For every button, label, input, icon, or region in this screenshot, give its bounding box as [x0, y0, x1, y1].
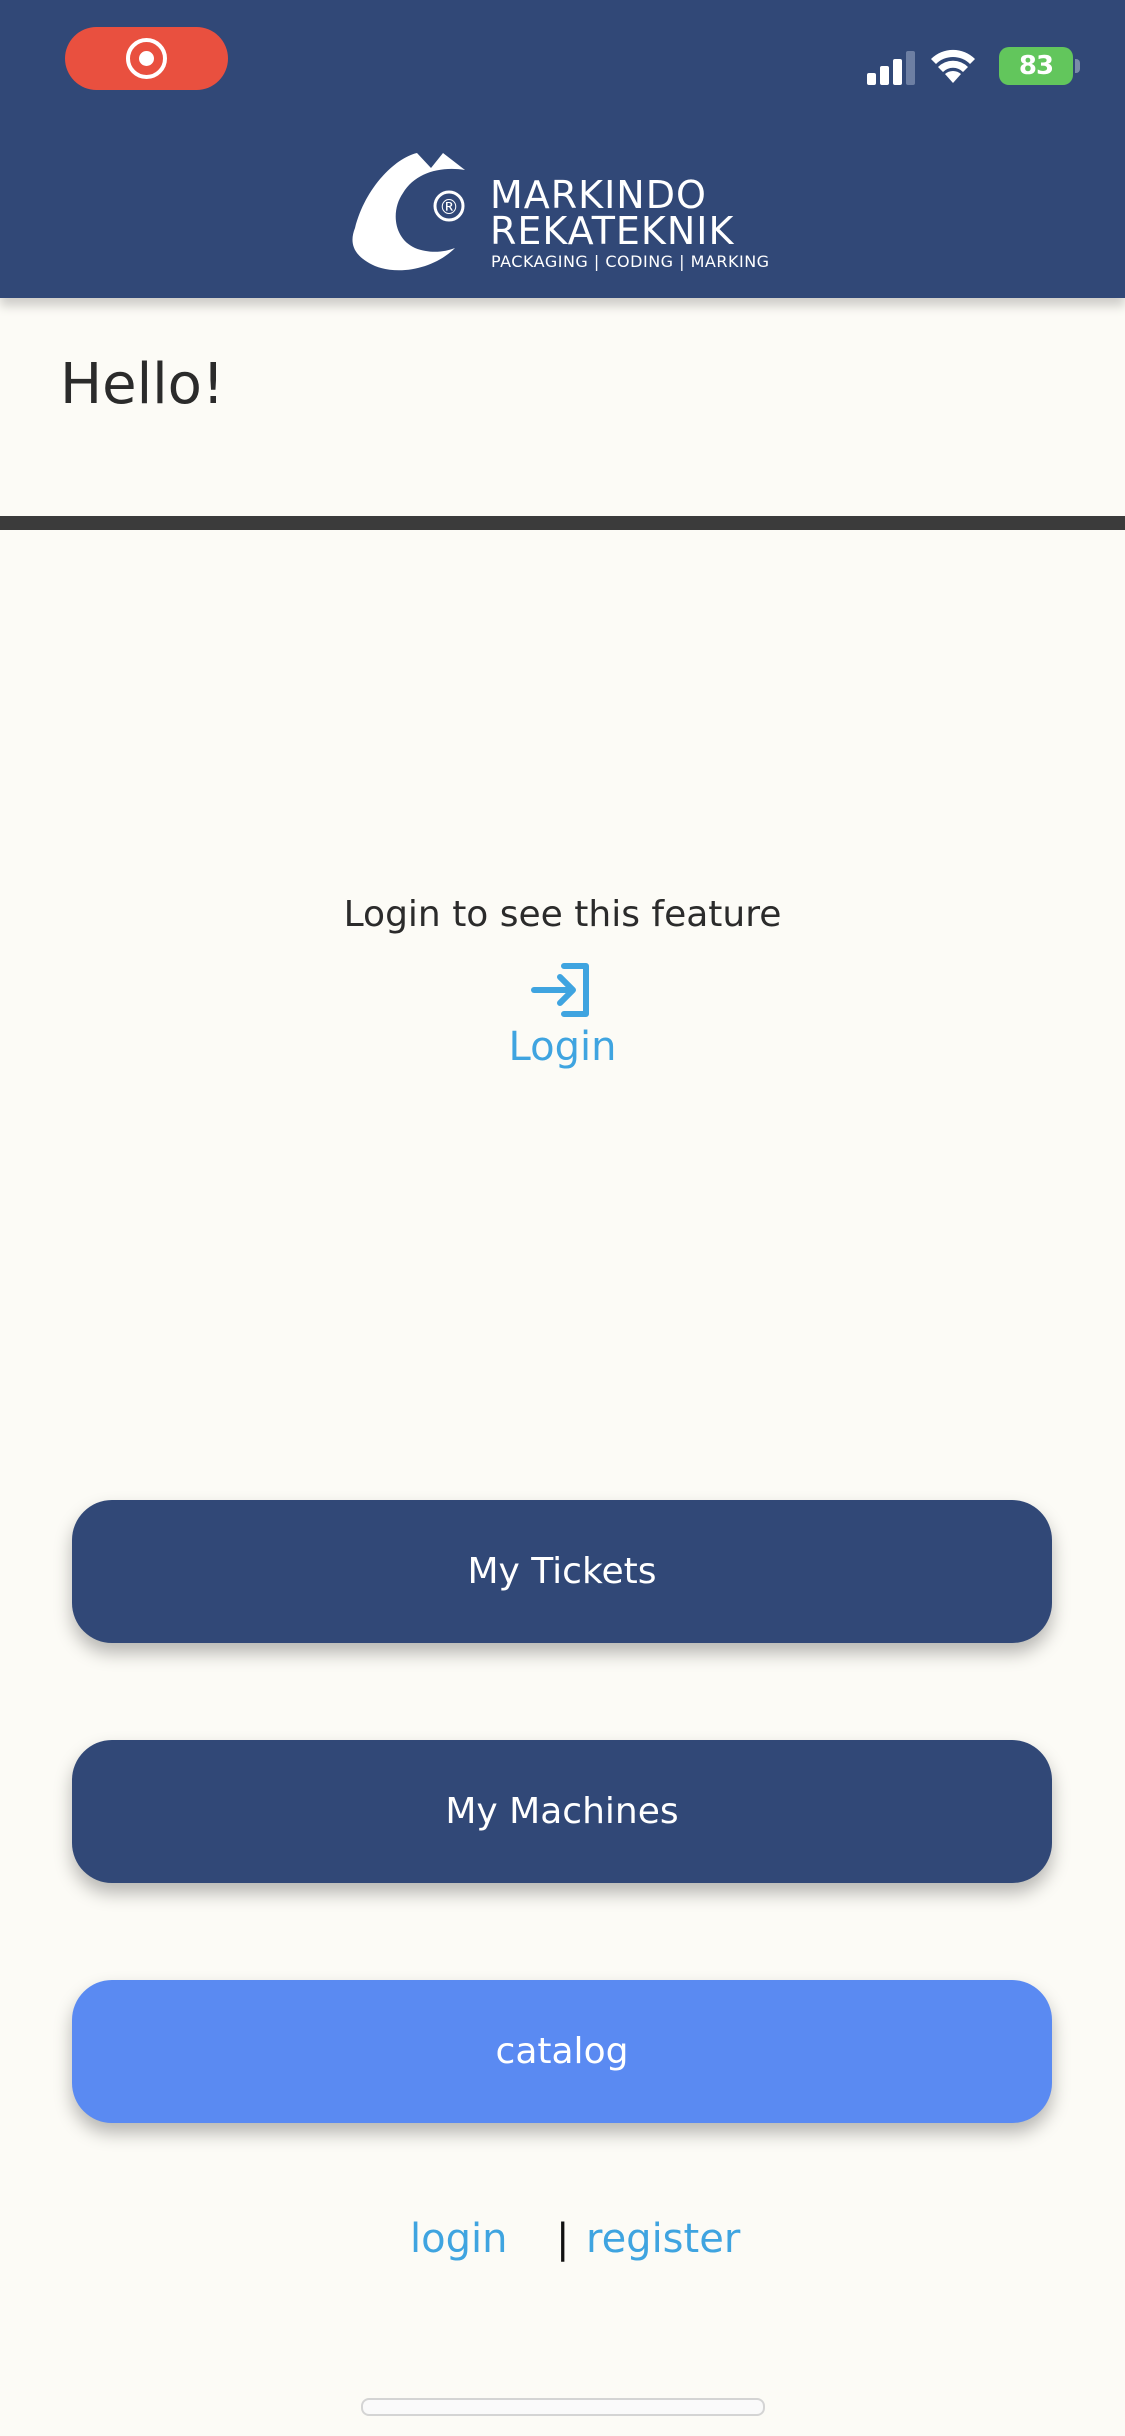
login-text-link[interactable]: login: [410, 2216, 507, 2262]
section-divider: [0, 516, 1125, 530]
home-indicator[interactable]: [361, 2398, 765, 2416]
login-required-message: Login to see this feature: [343, 894, 782, 935]
login-link[interactable]: Login: [480, 962, 645, 1082]
link-separator: |: [556, 2216, 570, 2262]
catalog-label: catalog: [495, 2031, 629, 2072]
my-machines-button[interactable]: My Machines: [72, 1740, 1052, 1883]
my-tickets-label: My Tickets: [467, 1551, 657, 1592]
registered-mark: ®: [439, 195, 459, 219]
login-link-label: Login: [508, 1024, 617, 1070]
catalog-button[interactable]: catalog: [72, 1980, 1052, 2123]
my-tickets-button[interactable]: My Tickets: [72, 1500, 1052, 1643]
brand-tagline: PACKAGING | CODING | MARKING: [491, 252, 770, 271]
battery-cap: [1075, 59, 1080, 73]
signal-icon: [867, 51, 915, 85]
my-machines-label: My Machines: [445, 1791, 679, 1832]
battery-icon: 83: [999, 47, 1073, 85]
brand-logo: ® MARKINDO REKATEKNIK PACKAGING | CODING…: [345, 148, 785, 278]
screen-record-icon: [126, 38, 167, 79]
auth-links: login | register: [0, 2216, 1125, 2276]
login-arrow-icon: [531, 963, 589, 1017]
register-text-link[interactable]: register: [586, 2216, 740, 2262]
brand-name-line2: REKATEKNIK: [490, 209, 735, 253]
battery-level: 83: [1018, 51, 1054, 81]
wifi-icon: [931, 49, 975, 83]
greeting-title: Hello!: [60, 352, 225, 417]
screen-record-indicator[interactable]: [65, 27, 228, 90]
logo-mark-icon: ®: [352, 153, 465, 271]
app-header: 83 ® MARKINDO REKATEKNIK PACKAGING | COD…: [0, 0, 1125, 298]
